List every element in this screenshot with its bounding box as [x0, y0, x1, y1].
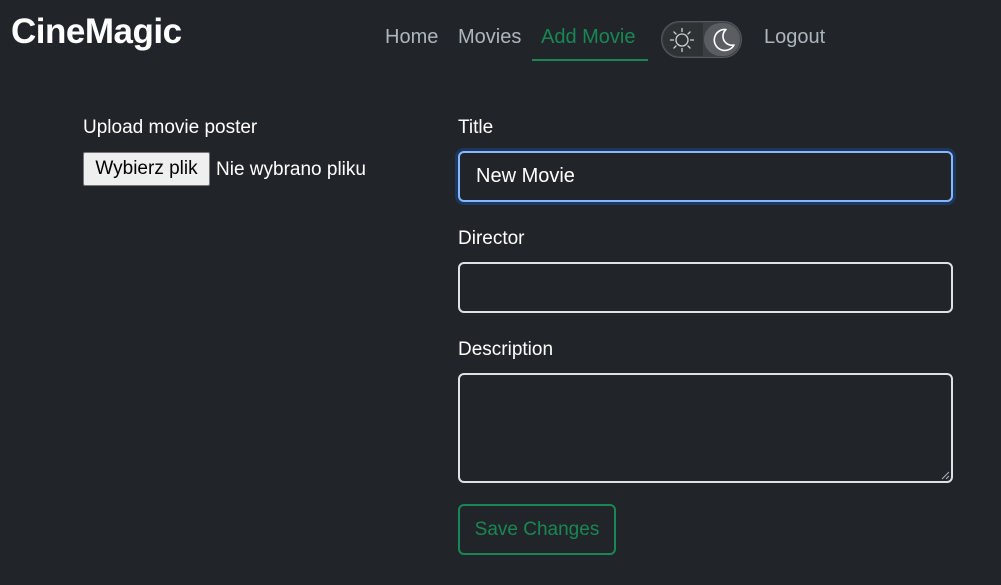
title-input[interactable] [458, 151, 953, 202]
nav-link-home[interactable]: Home [385, 26, 438, 49]
description-label: Description [458, 339, 554, 360]
choose-file-button[interactable]: Wybierz plik [83, 152, 210, 186]
description-textarea[interactable] [458, 373, 953, 483]
file-status-text: Nie wybrano pliku [216, 159, 366, 180]
upload-poster-label: Upload movie poster [83, 117, 258, 138]
active-nav-indicator [532, 59, 648, 61]
save-changes-button[interactable]: Save Changes [458, 504, 616, 555]
resize-grip-icon[interactable] [940, 470, 950, 480]
director-label: Director [458, 228, 525, 249]
navbar: CineMagic Home Movies Add Movie Logout [0, 0, 1001, 70]
director-input[interactable] [458, 262, 953, 313]
theme-toggle[interactable] [661, 21, 742, 58]
sun-icon [669, 27, 695, 53]
nav-link-movies[interactable]: Movies [458, 26, 521, 49]
moon-icon [713, 28, 735, 52]
nav-link-logout[interactable]: Logout [764, 26, 825, 49]
nav-link-add-movie[interactable]: Add Movie [541, 26, 636, 49]
brand-logo[interactable]: CineMagic [11, 12, 182, 52]
title-label: Title [458, 117, 494, 138]
